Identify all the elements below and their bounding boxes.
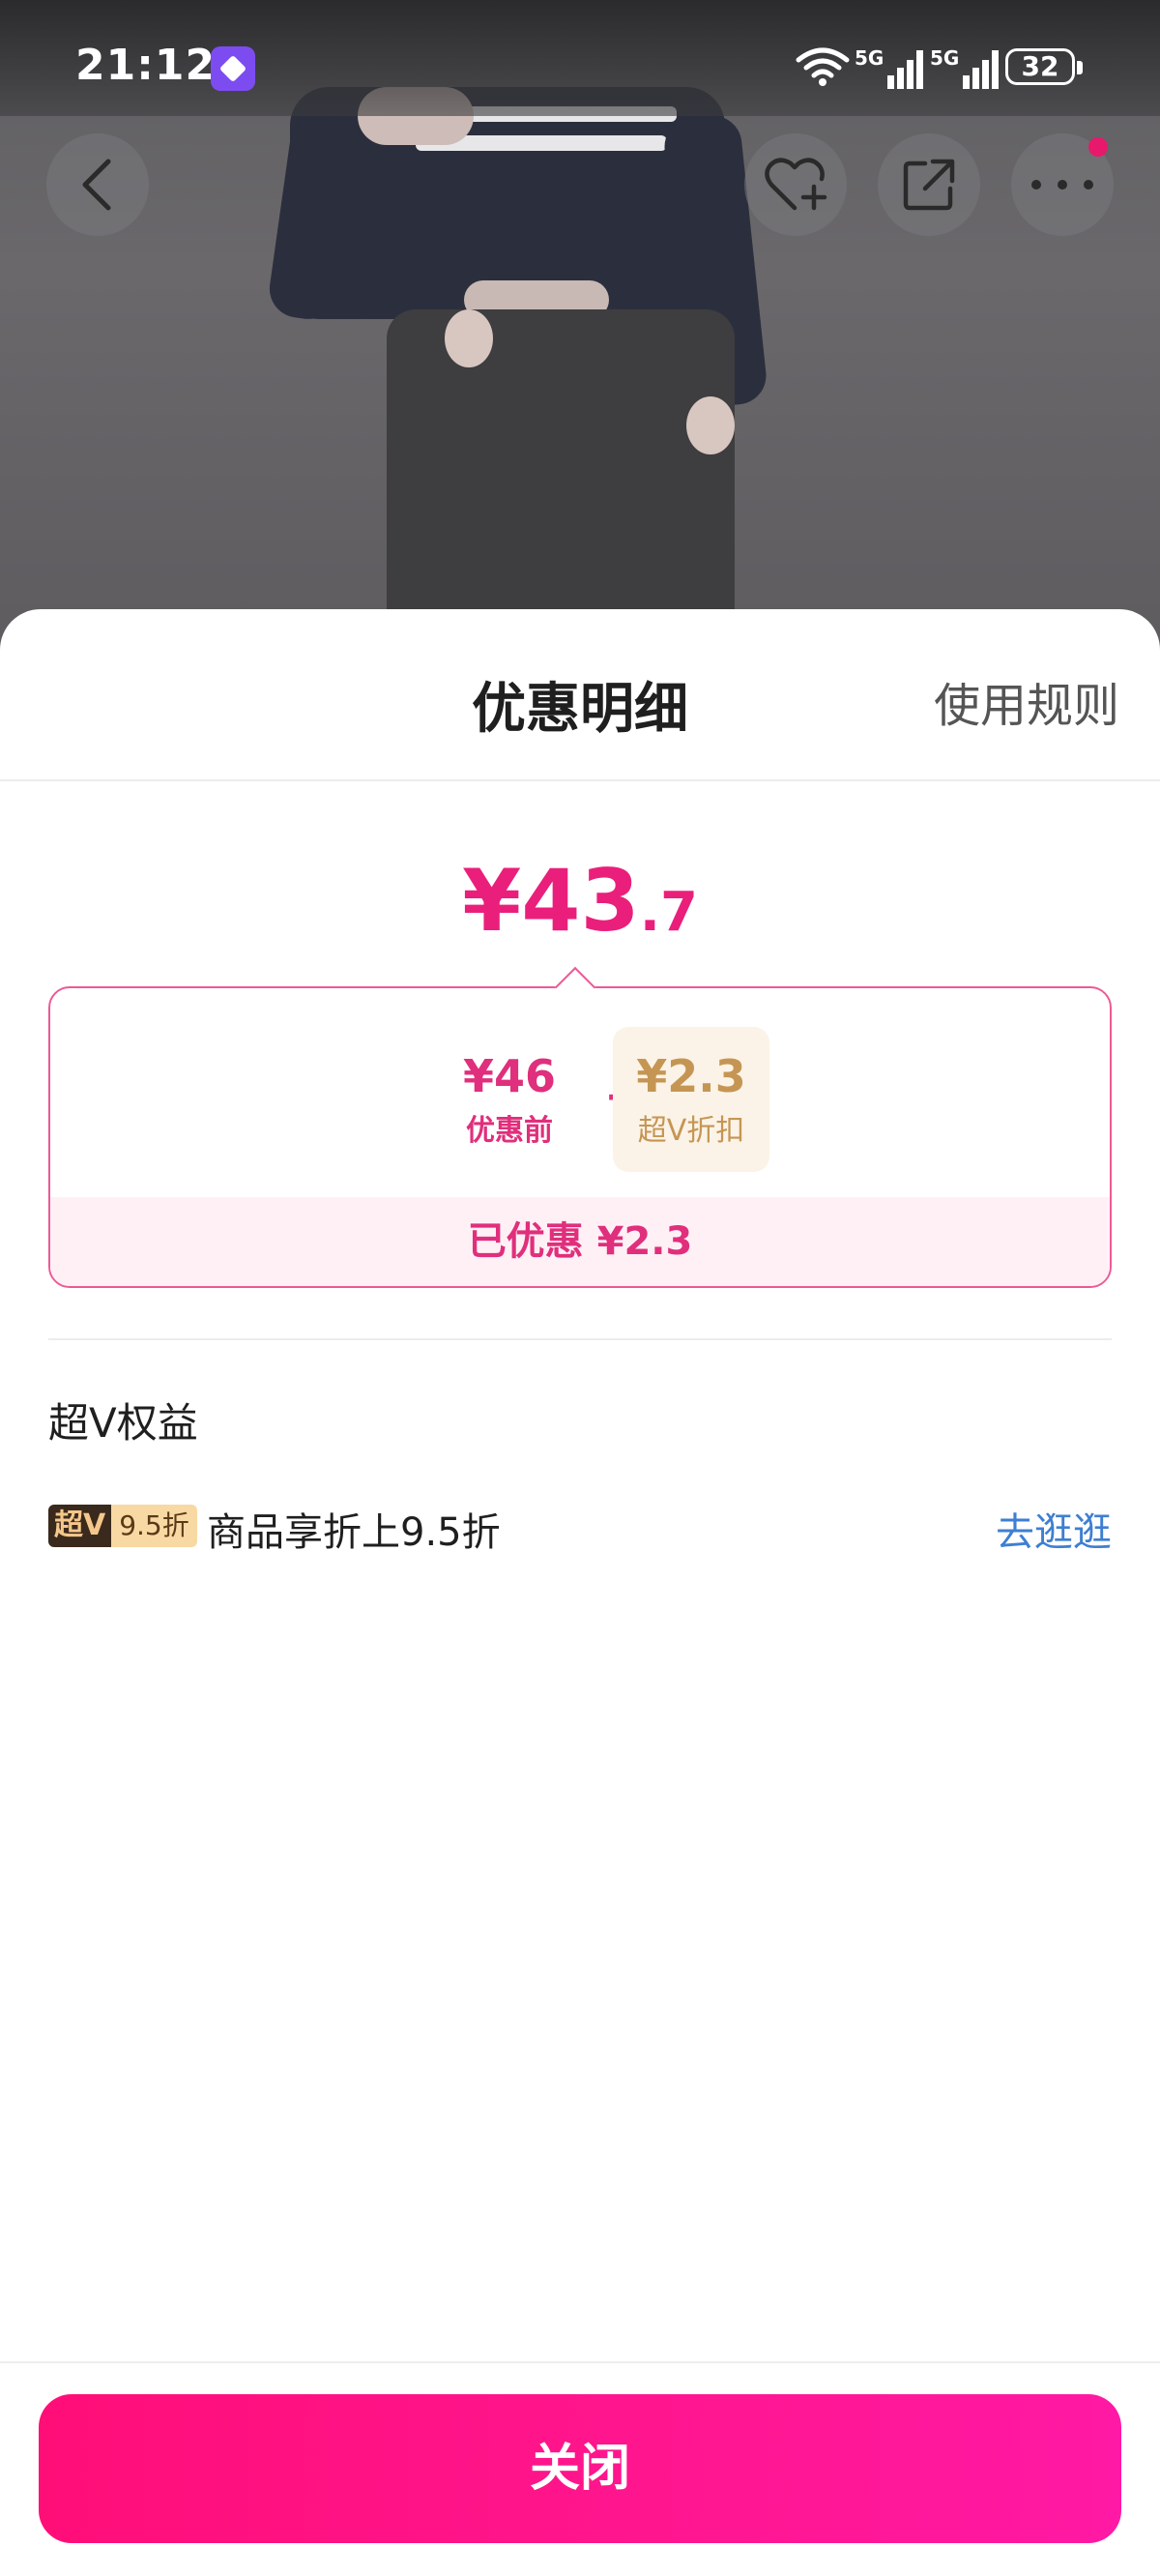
final-price: ¥43.7 <box>0 853 1160 961</box>
discount-card: ¥2.3 超V折扣 <box>613 1027 769 1172</box>
hand-shape <box>686 396 735 454</box>
badge-label: 超V <box>48 1505 112 1547</box>
browse-link[interactable]: 去逛逛 <box>996 1501 1112 1557</box>
cell-signal-icon: 5G <box>930 46 999 89</box>
benefit-item: 超V 9.5折 商品享折上9.5折 去逛逛 <box>48 1497 1112 1555</box>
footer-divider <box>0 2361 1160 2363</box>
clock: 21:12 <box>75 41 217 90</box>
close-button[interactable]: 关闭 <box>39 2394 1121 2543</box>
heart-plus-icon <box>765 158 827 211</box>
benefit-description: 商品享折上9.5折 <box>207 1510 501 1555</box>
more-icon <box>1031 180 1093 190</box>
hand-shape <box>445 309 493 367</box>
benefits-title: 超V权益 <box>48 1399 198 1447</box>
original-price-amount: ¥46 <box>462 1050 557 1102</box>
final-price-decimal: .7 <box>639 881 698 944</box>
more-button[interactable] <box>1011 133 1114 236</box>
wifi-icon <box>793 44 853 96</box>
discount-amount: ¥2.3 <box>636 1050 746 1102</box>
original-price: ¥46 优惠前 <box>398 1050 621 1149</box>
discount-detail-sheet: 优惠明细 使用规则 ¥43.7 ¥46 优惠前 - ¥2.3 超V折扣 已优惠 … <box>0 609 1160 2576</box>
app-notification-icon <box>211 46 255 91</box>
share-button[interactable] <box>878 133 980 236</box>
network-type-label: 5G <box>930 46 960 70</box>
back-arrow-icon <box>82 159 111 211</box>
final-price-main: ¥43 <box>462 851 640 951</box>
share-icon <box>903 159 955 211</box>
discount-label: 超V折扣 <box>637 1114 745 1148</box>
sheet-header: 优惠明细 使用规则 <box>0 609 1160 781</box>
original-price-label: 优惠前 <box>466 1114 553 1148</box>
price-breakdown-box: ¥46 优惠前 - ¥2.3 超V折扣 已优惠 ¥2.3 <box>48 986 1112 1288</box>
cell-signal-icon: 5G <box>855 46 923 89</box>
section-divider <box>48 1338 1112 1340</box>
notification-dot <box>1088 137 1108 157</box>
status-bar: 21:12 5G 5G 32 <box>0 0 1160 116</box>
network-type-label: 5G <box>855 46 884 70</box>
badge-discount: 9.5折 <box>111 1505 197 1547</box>
super-v-badge: 超V 9.5折 <box>48 1505 197 1547</box>
rules-link[interactable]: 使用规则 <box>934 667 1119 735</box>
battery-icon: 32 <box>1005 48 1083 85</box>
back-button[interactable] <box>46 133 149 236</box>
saved-total: 已优惠 ¥2.3 <box>50 1197 1110 1286</box>
favorite-button[interactable] <box>744 133 847 236</box>
